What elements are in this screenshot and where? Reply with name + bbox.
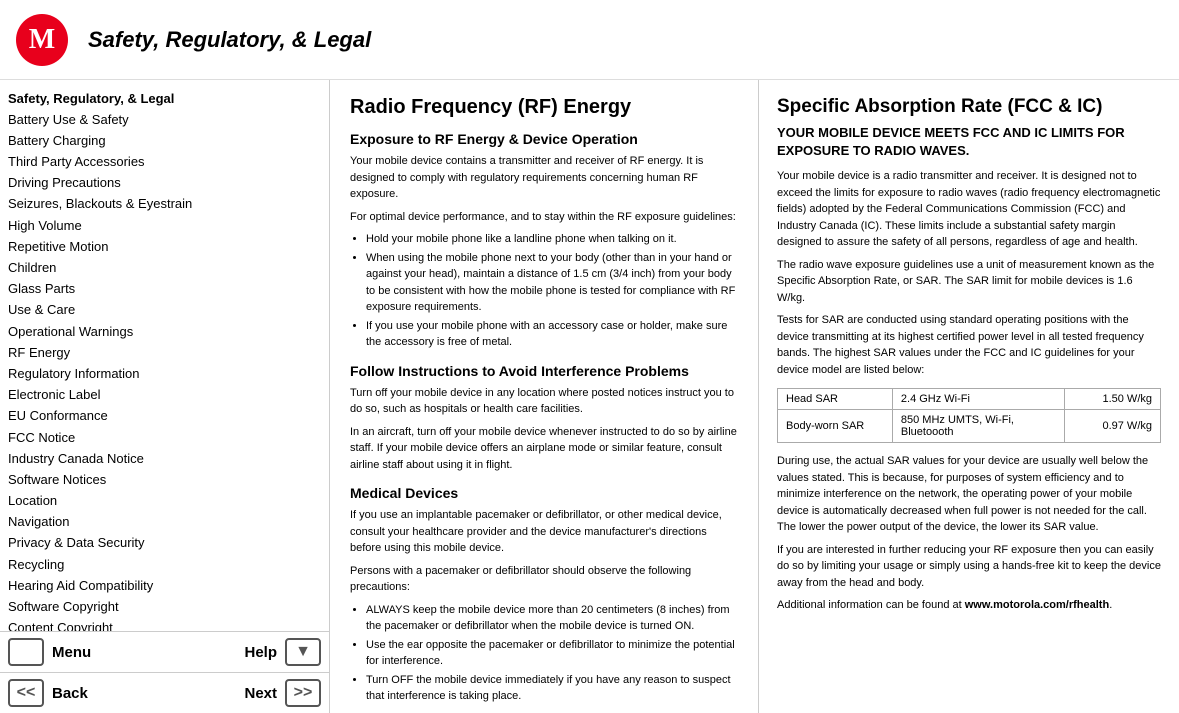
right-p6-suffix: . — [1109, 599, 1112, 611]
sidebar-item[interactable]: Content Copyright — [4, 618, 325, 631]
next-button[interactable]: Next >> — [165, 679, 322, 707]
list-item: When using the mobile phone next to your… — [366, 250, 738, 316]
sidebar-item[interactable]: Battery Charging — [4, 130, 325, 151]
right-p3: Tests for SAR are conducted using standa… — [777, 312, 1161, 378]
list-item: If you use your mobile phone with an acc… — [366, 318, 738, 351]
section1-optimal: For optimal device performance, and to s… — [350, 209, 738, 226]
table-row: Head SAR2.4 GHz Wi-Fi1.50 W/kg — [778, 389, 1161, 410]
table-cell: 0.97 W/kg — [1065, 410, 1161, 443]
sidebar-item[interactable]: Recycling — [4, 554, 325, 575]
right-p5: If you are interested in further reducin… — [777, 542, 1161, 592]
right-p6: Additional information can be found at w… — [777, 597, 1161, 614]
sidebar-item[interactable]: Software Notices — [4, 469, 325, 490]
table-row: Body-worn SAR850 MHz UMTS, Wi-Fi, Blueto… — [778, 410, 1161, 443]
section1-bullets: Hold your mobile phone like a landline p… — [366, 231, 738, 351]
sidebar-item[interactable]: Third Party Accessories — [4, 152, 325, 173]
section2-heading: Follow Instructions to Avoid Interferenc… — [350, 363, 738, 379]
back-label: Back — [52, 685, 88, 702]
table-cell: 1.50 W/kg — [1065, 389, 1161, 410]
list-item: Use the ear opposite the pacemaker or de… — [366, 637, 738, 670]
header: M Safety, Regulatory, & Legal — [0, 0, 1179, 80]
sidebar-item[interactable]: Software Copyright — [4, 597, 325, 618]
section3-bullets: ALWAYS keep the mobile device more than … — [366, 602, 738, 705]
menu-grid-icon — [8, 638, 44, 666]
table-cell: Body-worn SAR — [778, 410, 893, 443]
right-p1: Your mobile device is a radio transmitte… — [777, 168, 1161, 251]
help-button[interactable]: Help ▼ — [165, 638, 322, 666]
logo-letter: M — [29, 24, 55, 56]
sar-table: Head SAR2.4 GHz Wi-Fi1.50 W/kgBody-worn … — [777, 388, 1161, 443]
sidebar-item[interactable]: Safety, Regulatory, & Legal — [4, 88, 325, 109]
section2-p2: In an aircraft, turn off your mobile dev… — [350, 424, 738, 474]
list-item: Hold your mobile phone like a landline p… — [366, 231, 738, 248]
back-button[interactable]: << Back — [8, 679, 165, 707]
sidebar-item[interactable]: Location — [4, 491, 325, 512]
help-icon: ▼ — [285, 638, 321, 666]
sidebar-item[interactable]: Seizures, Blackouts & Eyestrain — [4, 194, 325, 215]
table-cell: Head SAR — [778, 389, 893, 410]
right-p2: The radio wave exposure guidelines use a… — [777, 257, 1161, 307]
section3-p2: Persons with a pacemaker or defibrillato… — [350, 563, 738, 596]
section3-heading: Medical Devices — [350, 485, 738, 501]
table-cell: 2.4 GHz Wi-Fi — [892, 389, 1064, 410]
footer-menu-row: Menu Help ▼ — [0, 632, 329, 673]
sidebar: Safety, Regulatory, & LegalBattery Use &… — [0, 80, 330, 713]
content-area: Radio Frequency (RF) Energy Exposure to … — [330, 80, 1179, 713]
sidebar-item[interactable]: Operational Warnings — [4, 321, 325, 342]
section2-p1: Turn off your mobile device in any locat… — [350, 385, 738, 418]
sidebar-item[interactable]: FCC Notice — [4, 427, 325, 448]
sidebar-item[interactable]: Repetitive Motion — [4, 236, 325, 257]
right-subtitle: YOUR MOBILE DEVICE MEETS FCC AND IC LIMI… — [777, 124, 1161, 160]
sidebar-item[interactable]: Children — [4, 258, 325, 279]
section1-intro: Your mobile device contains a transmitte… — [350, 153, 738, 203]
sidebar-item[interactable]: Regulatory Information — [4, 363, 325, 384]
right-p4: During use, the actual SAR values for yo… — [777, 453, 1161, 536]
sidebar-item[interactable]: Electronic Label — [4, 385, 325, 406]
sidebar-item[interactable]: EU Conformance — [4, 406, 325, 427]
page-title: Safety, Regulatory, & Legal — [88, 27, 371, 53]
sidebar-nav: Safety, Regulatory, & LegalBattery Use &… — [0, 80, 329, 631]
sidebar-item[interactable]: Hearing Aid Compatibility — [4, 575, 325, 596]
section1-heading: Exposure to RF Energy & Device Operation — [350, 131, 738, 147]
back-icon: << — [8, 679, 44, 707]
sidebar-footer: Menu Help ▼ << Back Next >> — [0, 631, 329, 713]
motorola-logo: M — [16, 14, 68, 66]
sidebar-item[interactable]: Use & Care — [4, 300, 325, 321]
table-cell: 850 MHz UMTS, Wi-Fi, Bluetoooth — [892, 410, 1064, 443]
sidebar-item[interactable]: Industry Canada Notice — [4, 448, 325, 469]
footer-nav-row: << Back Next >> — [0, 673, 329, 713]
sidebar-item[interactable]: Glass Parts — [4, 279, 325, 300]
sidebar-item[interactable]: High Volume — [4, 215, 325, 236]
sidebar-item[interactable]: RF Energy — [4, 342, 325, 363]
sidebar-item[interactable]: Driving Precautions — [4, 173, 325, 194]
right-panel: Specific Absorption Rate (FCC & IC) YOUR… — [759, 80, 1179, 713]
middle-panel: Radio Frequency (RF) Energy Exposure to … — [330, 80, 759, 713]
right-p6-prefix: Additional information can be found at — [777, 599, 965, 611]
rfhealth-link[interactable]: www.motorola.com/rfhealth — [965, 599, 1109, 611]
list-item: Turn OFF the mobile device immediately i… — [366, 672, 738, 705]
middle-title: Radio Frequency (RF) Energy — [350, 96, 738, 119]
next-icon: >> — [285, 679, 321, 707]
section3-p1: If you use an implantable pacemaker or d… — [350, 507, 738, 557]
list-item: ALWAYS keep the mobile device more than … — [366, 602, 738, 635]
menu-button[interactable]: Menu — [8, 638, 165, 666]
sidebar-item[interactable]: Battery Use & Safety — [4, 109, 325, 130]
menu-label: Menu — [52, 644, 91, 661]
right-title: Specific Absorption Rate (FCC & IC) — [777, 96, 1161, 118]
main-content: Safety, Regulatory, & LegalBattery Use &… — [0, 80, 1179, 713]
help-label: Help — [244, 644, 277, 661]
sidebar-item[interactable]: Navigation — [4, 512, 325, 533]
next-label: Next — [244, 685, 277, 702]
sidebar-item[interactable]: Privacy & Data Security — [4, 533, 325, 554]
